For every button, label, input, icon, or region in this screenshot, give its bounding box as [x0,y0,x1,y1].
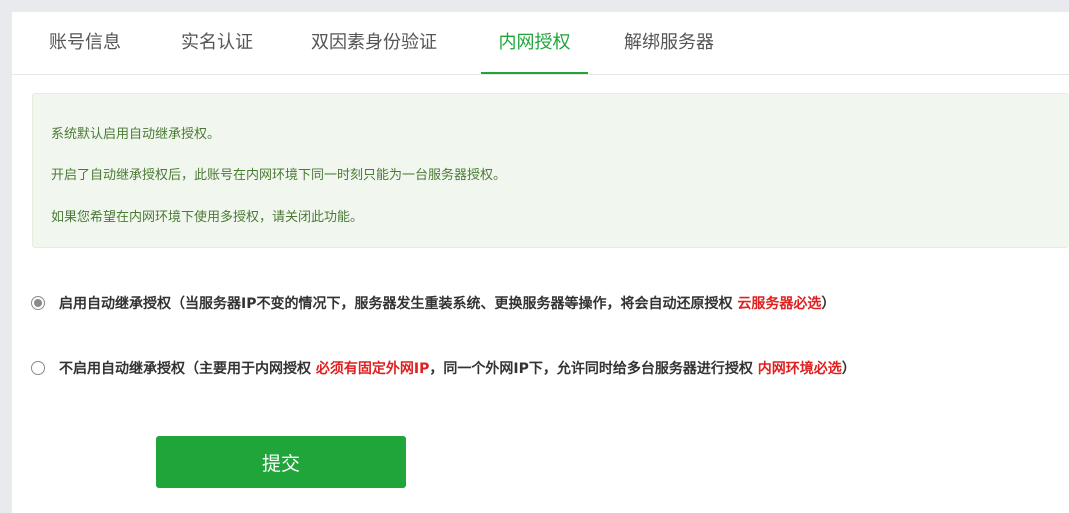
option-enable-label[interactable]: 启用自动继承授权（当服务器IP不变的情况下，服务器发生重装系统、更换服务器等操作… [59,293,835,315]
notice-line-default: 系统默认启用自动继承授权。 [51,127,221,142]
fixed-public-ip-required-tag: 必须有固定外网IP [315,361,430,377]
tab-two-factor-auth[interactable]: 双因素身份验证 [294,12,454,73]
notice-line-disable-hint: 如果您希望在内网环境下使用多授权，请关闭此功能。 [51,210,364,225]
radio-disable-auto-inherit[interactable] [31,361,45,375]
tab-unbind-server[interactable]: 解绑服务器 [614,12,724,73]
cloud-server-required-tag: 云服务器必选 [737,296,822,312]
tab-intranet-authorization[interactable]: 内网授权 [481,12,588,74]
account-settings-panel: 账号信息 实名认证 双因素身份验证 内网授权 解绑服务器 系统默认启用自动继承授… [12,12,1069,513]
notice-line-single-server: 开启了自动继承授权后，此账号在内网环境下同一时刻只能为一台服务器授权。 [51,168,507,183]
option-disable-label[interactable]: 不启用自动继承授权（主要用于内网授权 必须有固定外网IP，同一个外网IP下，允许… [59,358,856,380]
submit-button[interactable]: 提交 [156,436,406,488]
intranet-required-tag: 内网环境必选 [757,361,842,377]
tab-account-info[interactable]: 账号信息 [30,12,140,73]
radio-enable-auto-inherit[interactable] [31,296,45,310]
info-notice-box: 系统默认启用自动继承授权。 开启了自动继承授权后，此账号在内网环境下同一时刻只能… [32,93,1069,248]
tab-bar: 账号信息 实名认证 双因素身份验证 内网授权 解绑服务器 [12,12,1069,75]
tab-real-name-verification[interactable]: 实名认证 [162,12,272,73]
